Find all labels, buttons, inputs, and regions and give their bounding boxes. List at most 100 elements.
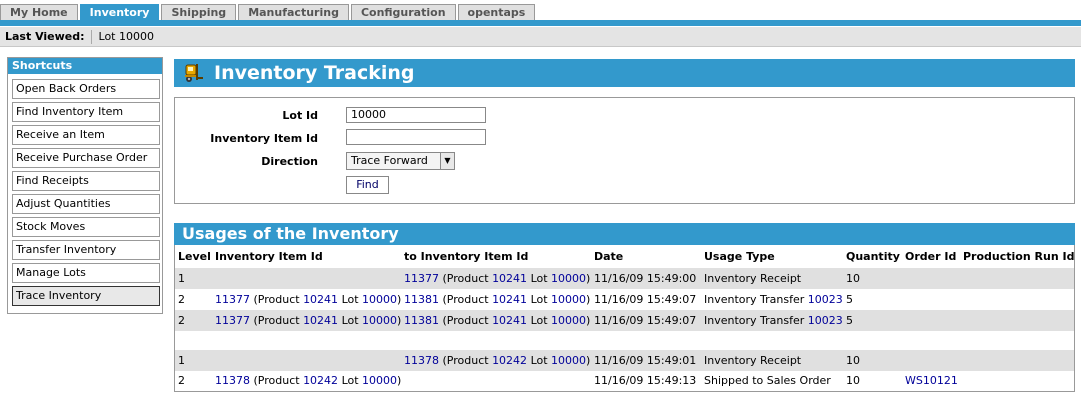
lot-link[interactable]: 10000	[362, 374, 397, 387]
product-link[interactable]: 10242	[492, 354, 527, 367]
lot-prefix: Lot	[530, 272, 548, 285]
order-id-link[interactable]: WS10121	[905, 370, 958, 391]
lot-link[interactable]: 10000	[551, 272, 586, 285]
lot-link[interactable]: 10000	[362, 293, 397, 306]
last-viewed-bar: Last Viewed: Lot 10000	[0, 27, 1081, 47]
table-row: 2 11378 (Product 10242 Lot 10000) 11/16/…	[175, 370, 1074, 391]
product-prefix: (Product	[442, 272, 489, 285]
last-viewed-label: Last Viewed:	[0, 29, 92, 44]
to-item-link[interactable]: 11377	[404, 272, 439, 285]
shortcut-stock-moves[interactable]: Stock Moves	[12, 217, 160, 237]
lot-link[interactable]: 10000	[551, 354, 586, 367]
lot-prefix: Lot	[341, 314, 359, 327]
paren-close: )	[397, 314, 402, 327]
product-link[interactable]: 10241	[303, 293, 338, 306]
main-tabs: My Home Inventory Shipping Manufacturing…	[0, 4, 537, 20]
paren-close: )	[586, 272, 591, 285]
paren-close: )	[586, 293, 591, 306]
shortcut-adjust-quantities[interactable]: Adjust Quantities	[12, 194, 160, 214]
shortcut-find-receipts[interactable]: Find Receipts	[12, 171, 160, 191]
shortcuts-title: Shortcuts	[8, 58, 162, 74]
quantity-cell: 10	[846, 354, 860, 367]
date-cell: 11/16/09 15:49:07	[594, 314, 697, 327]
from-item-cell: 11377 (Product 10241 Lot 10000)	[215, 310, 401, 331]
shortcut-find-inventory-item[interactable]: Find Inventory Item	[12, 102, 160, 122]
last-viewed-link[interactable]: Lot 10000	[92, 30, 154, 44]
table-row: 2 11377 (Product 10241 Lot 10000) 11381 …	[175, 289, 1074, 310]
lot-prefix: Lot	[530, 293, 548, 306]
lot-prefix: Lot	[341, 374, 359, 387]
shortcuts-panel: Shortcuts Open Back Orders Find Inventor…	[7, 57, 163, 314]
quantity-cell: 5	[846, 293, 853, 306]
lot-prefix: Lot	[530, 354, 548, 367]
usage-type-text: Inventory Transfer	[704, 314, 805, 327]
shortcut-receive-an-item[interactable]: Receive an Item	[12, 125, 160, 145]
tab-inventory[interactable]: Inventory	[79, 4, 160, 20]
product-link[interactable]: 10241	[492, 314, 527, 327]
paren-close: )	[586, 354, 591, 367]
product-prefix: (Product	[253, 293, 300, 306]
product-prefix: (Product	[442, 354, 489, 367]
usages-table: Level Inventory Item Id to Inventory Ite…	[174, 245, 1075, 392]
lot-id-label: Lot Id	[282, 109, 318, 122]
level-cell: 2	[178, 374, 185, 387]
col-date: Date	[594, 250, 624, 263]
from-item-link[interactable]: 11378	[215, 374, 250, 387]
shortcut-trace-inventory[interactable]: Trace Inventory	[12, 286, 160, 306]
paren-close: )	[586, 314, 591, 327]
product-prefix: (Product	[253, 374, 300, 387]
product-link[interactable]: 10241	[492, 293, 527, 306]
shortcut-manage-lots[interactable]: Manage Lots	[12, 263, 160, 283]
inventory-tracking-header: Inventory Tracking	[174, 59, 1075, 87]
from-item-link[interactable]: 11377	[215, 314, 250, 327]
direction-selected-value: Trace Forward	[351, 154, 428, 167]
quantity-cell: 10	[846, 272, 860, 285]
quantity-cell: 10	[846, 374, 860, 387]
tab-opentaps[interactable]: opentaps	[457, 4, 536, 20]
product-prefix: (Product	[442, 314, 489, 327]
to-item-link[interactable]: 11381	[404, 314, 439, 327]
tab-configuration[interactable]: Configuration	[350, 4, 456, 20]
tab-my-home[interactable]: My Home	[0, 4, 78, 20]
col-production-run-id: Production Run Id	[963, 250, 1075, 263]
usage-ref-link[interactable]: 10023	[808, 293, 843, 306]
table-header: Level Inventory Item Id to Inventory Ite…	[175, 246, 1074, 267]
tab-underline	[0, 20, 1081, 26]
paren-close: )	[397, 374, 402, 387]
find-button[interactable]: Find	[346, 176, 389, 194]
to-item-cell: 11378 (Product 10242 Lot 10000)	[404, 350, 590, 371]
shortcut-open-back-orders[interactable]: Open Back Orders	[12, 79, 160, 99]
chevron-down-icon: ▼	[440, 153, 454, 169]
direction-select[interactable]: Trace Forward ▼	[346, 152, 455, 170]
lot-link[interactable]: 10000	[551, 293, 586, 306]
lot-link[interactable]: 10000	[551, 314, 586, 327]
quantity-cell: 5	[846, 314, 853, 327]
level-cell: 2	[178, 293, 185, 306]
forklift-icon	[185, 64, 203, 82]
to-item-link[interactable]: 11381	[404, 293, 439, 306]
tab-manufacturing[interactable]: Manufacturing	[238, 4, 349, 20]
usage-ref-link[interactable]: 10023	[808, 314, 843, 327]
inventory-item-id-input[interactable]	[346, 129, 486, 145]
level-cell: 1	[178, 272, 185, 285]
tab-shipping[interactable]: Shipping	[161, 4, 237, 20]
table-spacer-row	[175, 331, 1074, 352]
from-item-link[interactable]: 11377	[215, 293, 250, 306]
product-link[interactable]: 10241	[303, 314, 338, 327]
lot-id-input[interactable]: 10000	[346, 107, 486, 123]
trace-form: Lot Id 10000 Inventory Item Id Direction…	[174, 97, 1075, 204]
product-link[interactable]: 10242	[303, 374, 338, 387]
usage-type-cell: Inventory Receipt	[704, 272, 802, 285]
level-cell: 2	[178, 314, 185, 327]
shortcut-receive-purchase-order[interactable]: Receive Purchase Order	[12, 148, 160, 168]
col-level: Level	[178, 250, 211, 263]
to-item-link[interactable]: 11378	[404, 354, 439, 367]
usages-title: Usages of the Inventory	[174, 223, 1075, 245]
lot-link[interactable]: 10000	[362, 314, 397, 327]
shortcut-transfer-inventory[interactable]: Transfer Inventory	[12, 240, 160, 260]
product-link[interactable]: 10241	[492, 272, 527, 285]
lot-prefix: Lot	[341, 293, 359, 306]
col-order-id: Order Id	[905, 250, 957, 263]
date-cell: 11/16/09 15:49:07	[594, 293, 697, 306]
inventory-item-id-label: Inventory Item Id	[210, 132, 318, 145]
